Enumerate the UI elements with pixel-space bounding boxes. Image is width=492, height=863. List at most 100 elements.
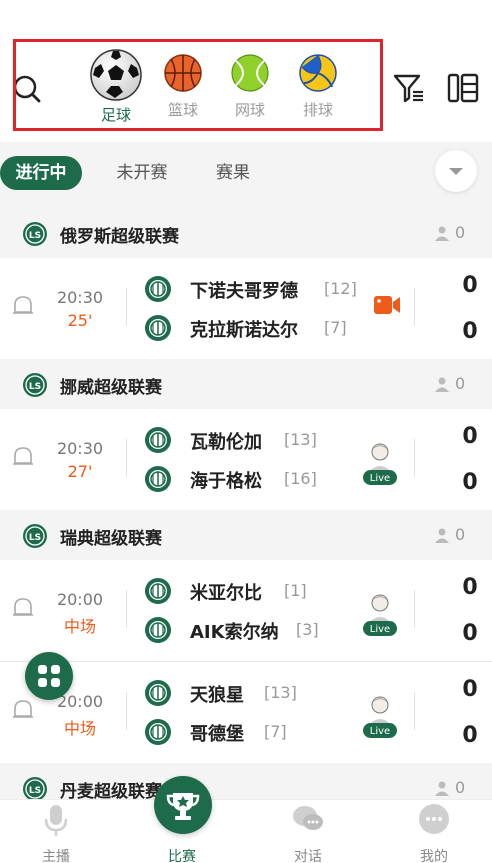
league-name: 挪威超级联赛	[60, 378, 162, 398]
soccer-ball-icon	[90, 49, 142, 101]
bell-icon[interactable]	[11, 294, 35, 320]
layout-toggle-icon[interactable]	[446, 71, 480, 105]
away-score: 0	[462, 470, 478, 495]
chat-icon	[293, 806, 323, 830]
away-score: 0	[462, 621, 478, 646]
home-team: 米亚尔比 [1]	[144, 577, 374, 605]
sport-label: 网球	[234, 101, 265, 119]
away-team: AIK索尔纳 [3]	[144, 616, 374, 644]
status-tabs: 进行中 未开赛 赛果	[0, 142, 492, 206]
league-name: 瑞典超级联赛	[60, 529, 162, 549]
bell-icon[interactable]	[11, 698, 35, 724]
tabs-dropdown-button[interactable]	[435, 150, 477, 192]
team-rank: [1]	[284, 581, 307, 600]
team-rank: [13]	[264, 683, 297, 702]
trophy-icon	[166, 793, 200, 820]
volleyball-icon	[299, 54, 337, 92]
league-badge-icon: LS	[23, 524, 47, 548]
live-streamer-icon[interactable]: Live	[362, 692, 398, 740]
team-name: 米亚尔比	[190, 583, 262, 604]
team-badge-icon	[145, 719, 171, 745]
divider	[414, 590, 415, 628]
league-header[interactable]: LS 俄罗斯超级联赛 0	[0, 208, 492, 258]
league-header[interactable]: LS 瑞典超级联赛 0	[0, 510, 492, 560]
team-badge-icon	[145, 427, 171, 453]
away-team: 哥德堡 [7]	[144, 718, 374, 746]
team-name: 天狼星	[190, 685, 244, 706]
team-rank: [3]	[296, 620, 319, 639]
tab-upcoming[interactable]: 未开赛	[102, 156, 182, 190]
team-rank: [7]	[324, 318, 347, 337]
live-badge: Live	[370, 473, 390, 484]
profile-icon	[419, 804, 449, 834]
tab-results[interactable]: 赛果	[200, 156, 266, 190]
live-streamer-icon[interactable]: Live	[362, 439, 398, 487]
league-header[interactable]: LS 挪威超级联赛 0	[0, 359, 492, 409]
match-time: 20:30	[56, 439, 104, 458]
divider	[414, 288, 415, 326]
divider	[126, 590, 127, 628]
away-team: 克拉斯诺达尔 [7]	[144, 314, 374, 342]
league-name: 俄罗斯超级联赛	[60, 227, 179, 247]
team-name: AIK索尔纳	[190, 622, 279, 643]
nav-label: 主播	[42, 849, 70, 863]
team-name: 哥德堡	[190, 724, 244, 745]
match-status: 中场	[63, 719, 96, 738]
nav-profile[interactable]: 我的	[394, 800, 474, 863]
home-score: 0	[462, 424, 478, 449]
team-name: 下诺夫哥罗德	[190, 281, 298, 302]
nav-streamers[interactable]: 主播	[16, 800, 96, 863]
team-badge-icon	[145, 617, 171, 643]
home-team: 下诺夫哥罗德 [12]	[144, 275, 374, 303]
team-rank: [16]	[284, 469, 317, 488]
svg-text:LS: LS	[29, 382, 41, 392]
apps-grid-icon	[38, 665, 60, 687]
matches-center-button[interactable]	[154, 776, 212, 834]
home-score: 0	[462, 575, 478, 600]
match-status: 中场	[63, 617, 96, 636]
nav-label: 对话	[294, 849, 322, 863]
match-time: 20:00	[56, 590, 104, 609]
match-row[interactable]: 20:30 25' 下诺夫哥罗德 [12] 克拉斯诺达尔 [7] 0 0	[0, 258, 492, 359]
sport-label: 足球	[100, 106, 131, 124]
live-streamer-icon[interactable]: Live	[362, 590, 398, 638]
team-badge-icon	[145, 466, 171, 492]
team-name: 海于格松	[190, 471, 262, 492]
team-rank: [13]	[284, 430, 317, 449]
team-badge-icon	[145, 315, 171, 341]
league-badge-icon: LS	[23, 373, 47, 397]
sport-volleyball[interactable]: 排球	[288, 53, 348, 120]
team-badge-icon	[145, 578, 171, 604]
filter-icon[interactable]	[392, 71, 426, 105]
home-team: 瓦勒伦加 [13]	[144, 426, 374, 454]
viewer-count: 0	[455, 778, 466, 797]
apps-fab-button[interactable]	[25, 652, 73, 700]
person-icon	[435, 377, 449, 392]
match-time: 20:30	[56, 288, 104, 307]
match-status: 27'	[67, 462, 93, 481]
away-team: 海于格松 [16]	[144, 465, 374, 493]
team-badge-icon	[145, 276, 171, 302]
sport-label: 篮球	[167, 101, 198, 119]
sport-tennis[interactable]: 网球	[220, 53, 280, 120]
match-row[interactable]: 20:00 中场 米亚尔比 [1] AIK索尔纳 [3] Live 0 0	[0, 560, 492, 661]
away-score: 0	[462, 723, 478, 748]
bell-icon[interactable]	[11, 596, 35, 622]
person-icon	[435, 226, 449, 241]
match-row[interactable]: 20:00 中场 天狼星 [13] 哥德堡 [7] Live 0 0	[0, 662, 492, 763]
sport-soccer[interactable]: 足球	[86, 48, 146, 125]
chevron-down-icon	[449, 168, 463, 175]
tab-live[interactable]: 进行中	[0, 156, 82, 190]
viewer-count: 0	[455, 525, 466, 544]
nav-label: 我的	[420, 849, 448, 863]
home-team: 天狼星 [13]	[144, 679, 374, 707]
match-row[interactable]: 20:30 27' 瓦勒伦加 [13] 海于格松 [16] Live 0 0	[0, 409, 492, 510]
video-camera-icon[interactable]	[373, 294, 401, 316]
sport-basketball[interactable]: 篮球	[153, 53, 213, 120]
bell-icon[interactable]	[11, 445, 35, 471]
divider	[126, 439, 127, 477]
person-icon	[435, 781, 449, 796]
nav-chat[interactable]: 对话	[268, 800, 348, 863]
team-rank: [12]	[324, 279, 357, 298]
bottom-nav: 主播 比赛 对话 我的	[0, 799, 492, 863]
